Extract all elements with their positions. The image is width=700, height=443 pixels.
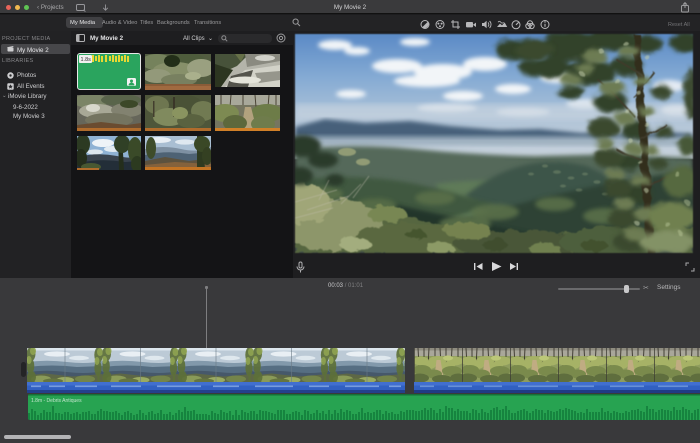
svg-text:1.8s: 1.8s [81, 57, 92, 63]
svg-text:1.8m - Debris Antiques: 1.8m - Debris Antiques [31, 398, 82, 404]
